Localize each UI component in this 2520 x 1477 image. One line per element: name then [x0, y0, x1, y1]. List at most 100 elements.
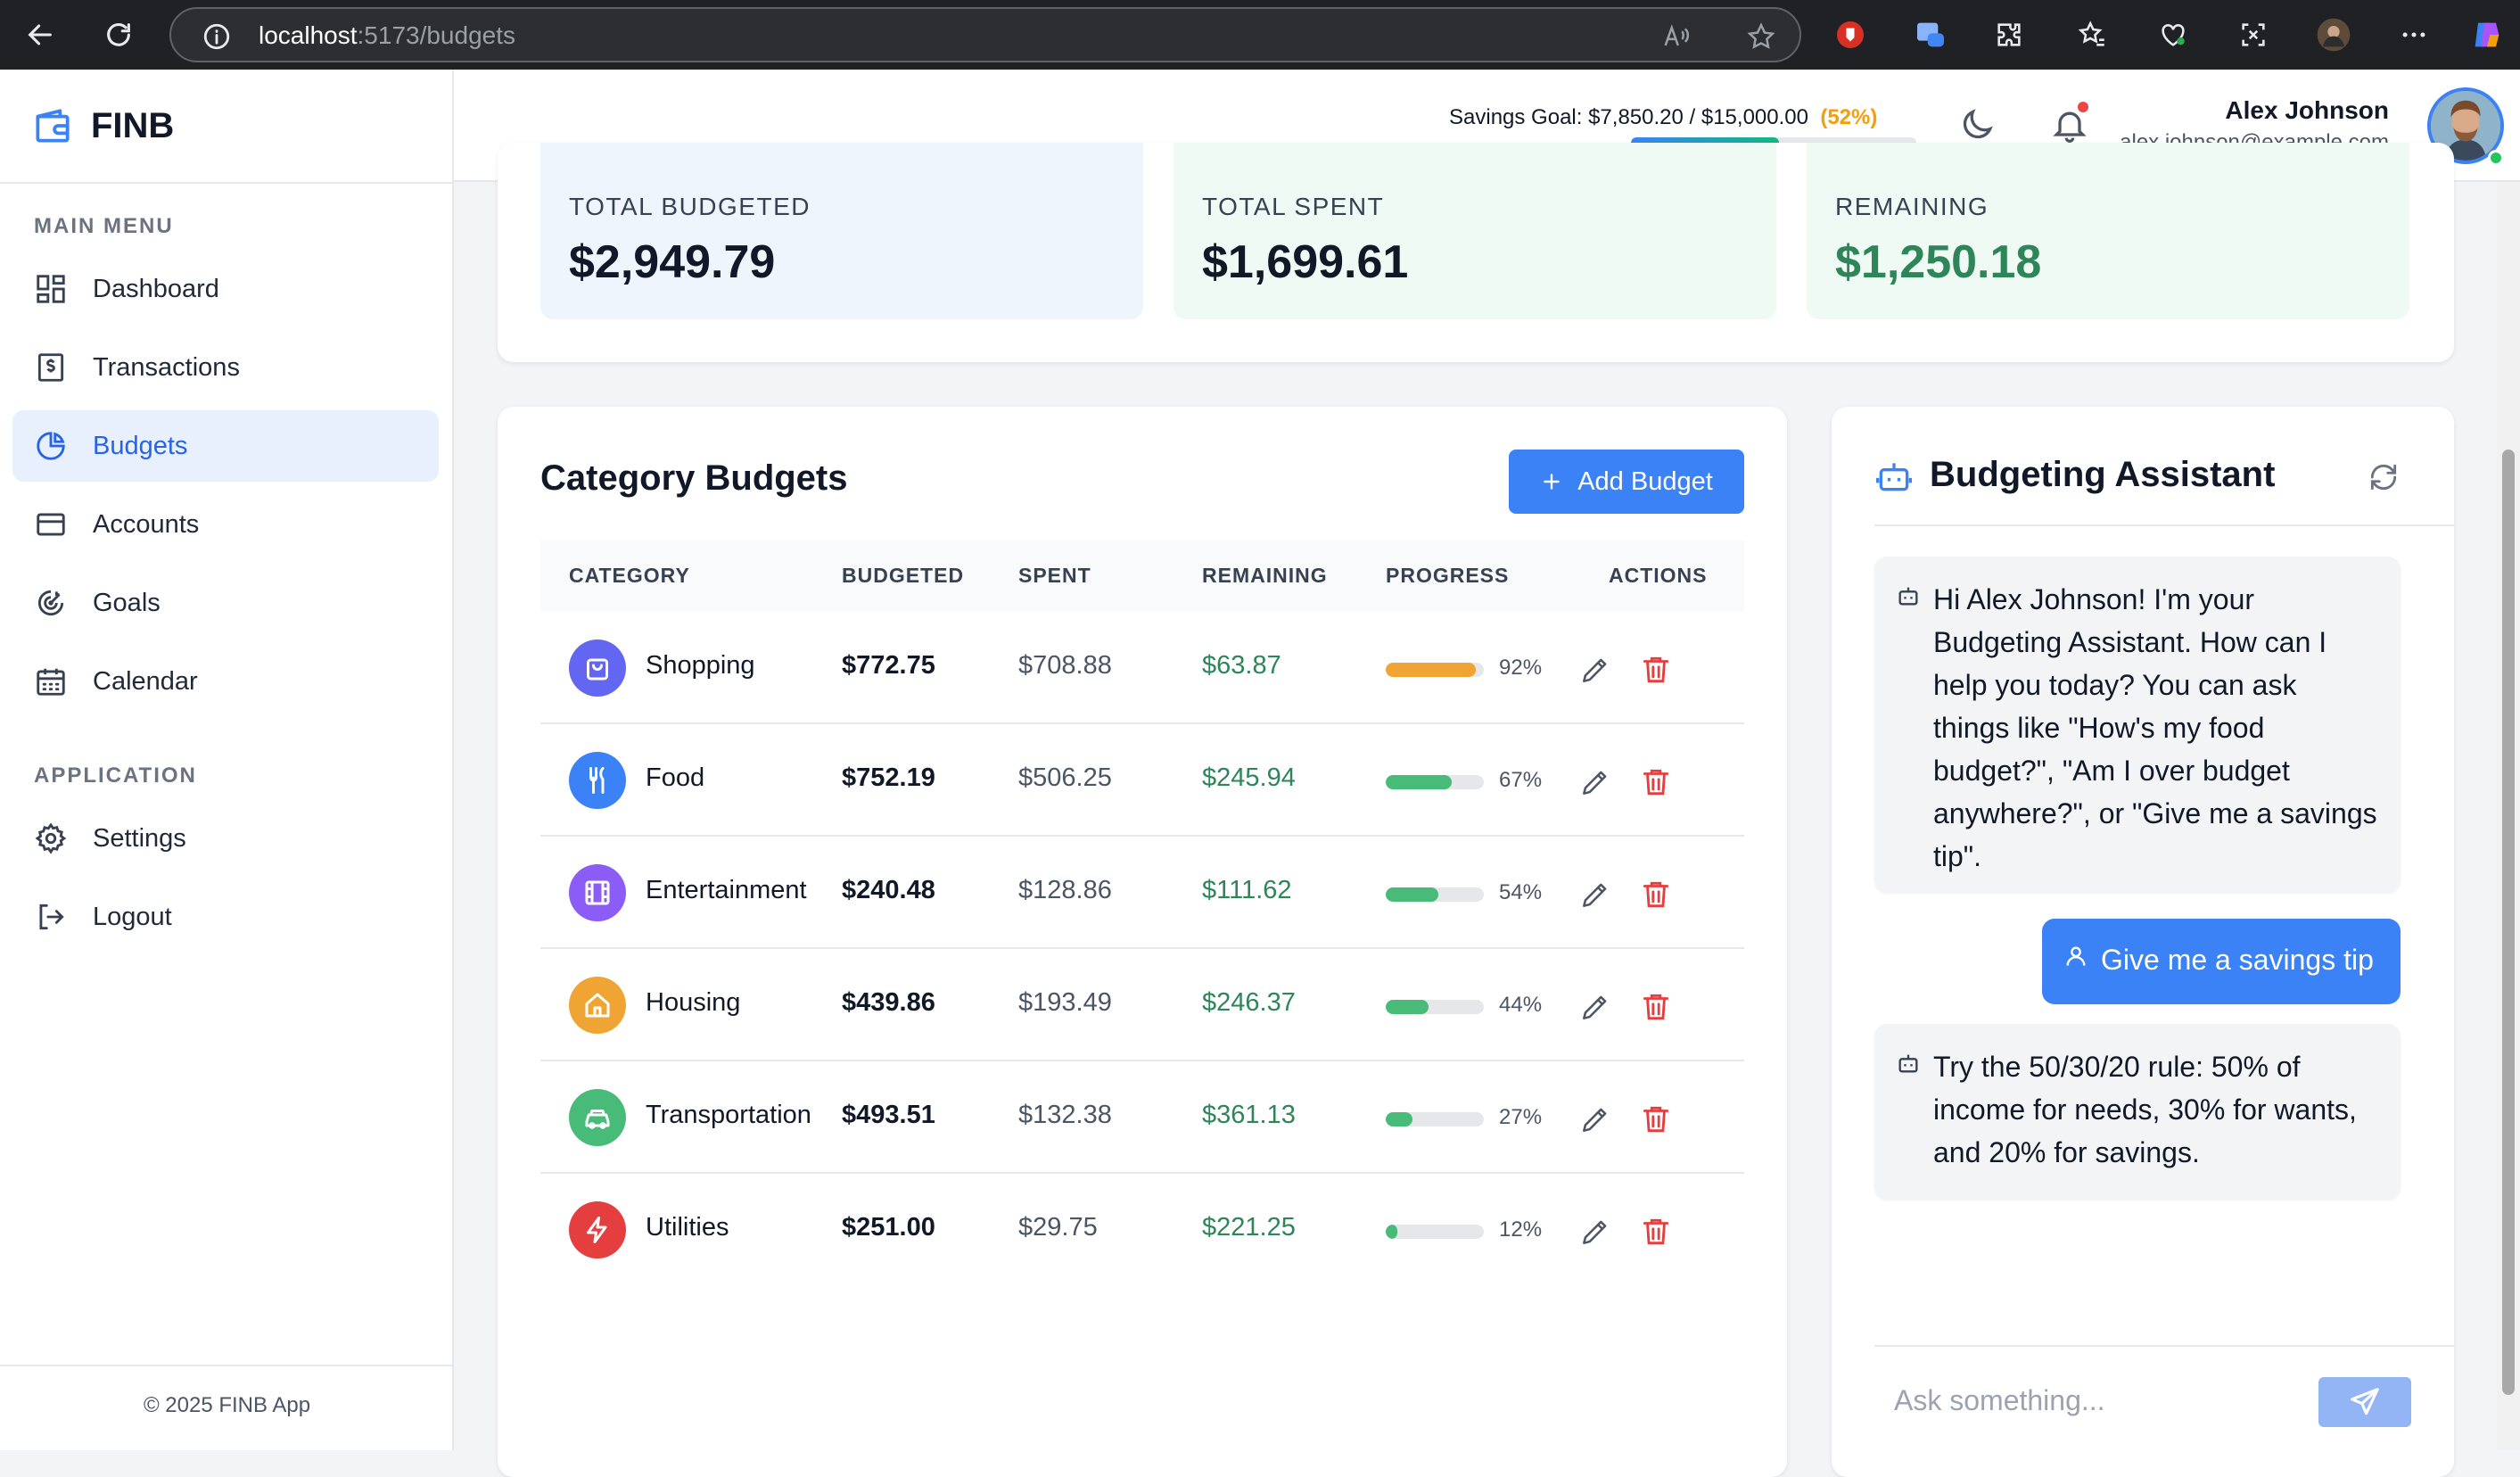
assistant-message: Hi Alex Johnson! I'm your Budgeting Assi…: [1874, 557, 2401, 892]
table-row: Utilities $251.00 $29.75 $221.25 12%: [540, 1174, 1744, 1286]
category-name: Food: [646, 763, 705, 792]
delete-trash-icon[interactable]: [1639, 1215, 1673, 1249]
remaining-amount: $221.25: [1202, 1213, 1296, 1242]
send-button[interactable]: [2318, 1377, 2411, 1427]
sidebar-item-logout[interactable]: Logout: [12, 881, 439, 953]
sidebar-item-transactions[interactable]: Transactions: [12, 332, 439, 403]
sidebar-item-label: Goals: [93, 588, 161, 617]
profile-avatar-icon[interactable]: [2313, 14, 2354, 55]
sidebar-item-accounts[interactable]: Accounts: [12, 489, 439, 560]
progress-bar-fill: [1386, 1225, 1398, 1239]
table-row: Transportation $493.51 $132.38 $361.13 27%: [540, 1061, 1744, 1174]
message-text: Give me a savings tip: [2101, 944, 2374, 976]
sidebar-item-budgets[interactable]: Budgets: [12, 410, 439, 482]
edit-pencil-icon[interactable]: [1578, 653, 1612, 687]
sidebar-item-label: Transactions: [93, 352, 240, 382]
progress-percent: 27%: [1499, 1105, 1543, 1129]
favorites-icon[interactable]: [2072, 14, 2113, 55]
back-button[interactable]: [18, 12, 62, 57]
site-info-icon[interactable]: [202, 21, 232, 52]
scrollbar-thumb[interactable]: [2502, 450, 2515, 1395]
divider: [1874, 524, 2454, 526]
extension-red-icon[interactable]: [1830, 14, 1871, 55]
progress-percent: 12%: [1499, 1217, 1543, 1242]
shopping-bag-icon: [569, 639, 626, 697]
edit-pencil-icon[interactable]: [1578, 1102, 1612, 1136]
stat-value: $1,699.61: [1202, 236, 1409, 288]
sidebar-item-label: Dashboard: [93, 274, 219, 303]
add-budget-button[interactable]: Add Budget: [1509, 450, 1744, 514]
dashboard-icon: [37, 275, 65, 303]
address-bar[interactable]: localhost:5173/budgets: [169, 7, 1801, 62]
calendar-icon: [37, 668, 65, 696]
read-aloud-icon[interactable]: [1660, 21, 1691, 52]
user-icon: [2066, 946, 2086, 966]
main-menu-label: MAIN MENU: [34, 214, 174, 238]
remaining-amount: $246.37: [1202, 988, 1296, 1017]
sidebar-item-settings[interactable]: Settings: [12, 803, 439, 874]
remaining-amount: $245.94: [1202, 763, 1296, 792]
send-icon: [2351, 1388, 2379, 1415]
divider: [1874, 1345, 2454, 1347]
favorite-star-icon[interactable]: [1746, 21, 1776, 52]
progress-bar-fill: [1386, 1000, 1429, 1014]
user-name: Alex Johnson: [2225, 96, 2389, 124]
column-header-progress: PROGRESS: [1386, 564, 1510, 587]
delete-trash-icon[interactable]: [1639, 1102, 1673, 1136]
extensions-puzzle-icon[interactable]: [1989, 14, 2030, 55]
budgeted-amount: $493.51: [842, 1101, 935, 1129]
pie-chart-icon: [37, 432, 65, 460]
refresh-icon[interactable]: [2367, 460, 2401, 494]
spent-amount: $193.49: [1018, 988, 1112, 1017]
progress-bar-fill: [1386, 663, 1477, 677]
user-message: Give me a savings tip: [2042, 919, 2401, 1004]
spent-amount: $132.38: [1018, 1101, 1112, 1129]
budgeting-assistant-card: Budgeting Assistant Hi Alex Johnson! I'm…: [1832, 407, 2454, 1477]
screenshot-icon[interactable]: [2233, 14, 2274, 55]
ask-input[interactable]: [1874, 1375, 2302, 1425]
message-text: Try the 50/30/20 rule: 50% of income for…: [1933, 1051, 2357, 1168]
progress-bar: [1386, 1112, 1484, 1126]
spent-amount: $29.75: [1018, 1213, 1098, 1242]
robot-icon: [1876, 463, 1912, 491]
progress-bar: [1386, 1000, 1484, 1014]
category-name: Shopping: [646, 651, 755, 680]
total-spent-stat: TOTAL SPENT $1,699.61: [1174, 143, 1776, 319]
spent-amount: $708.88: [1018, 651, 1112, 680]
delete-trash-icon[interactable]: [1639, 990, 1673, 1024]
robot-icon: [1898, 587, 1918, 606]
sidebar-item-dashboard[interactable]: Dashboard: [12, 253, 439, 325]
column-header-spent: SPENT: [1018, 564, 1091, 587]
more-options-icon[interactable]: [2393, 14, 2434, 55]
budgeted-amount: $752.19: [842, 763, 935, 792]
total-budgeted-stat: TOTAL BUDGETED $2,949.79: [540, 143, 1143, 319]
progress-percent: 54%: [1499, 880, 1543, 904]
online-status-dot: [2488, 150, 2504, 166]
dark-mode-toggle-icon[interactable]: [1957, 105, 1997, 144]
edit-pencil-icon[interactable]: [1578, 990, 1612, 1024]
delete-trash-icon[interactable]: [1639, 765, 1673, 799]
credit-card-icon: [37, 513, 65, 536]
sidebar-item-goals[interactable]: Goals: [12, 567, 439, 639]
edit-pencil-icon[interactable]: [1578, 878, 1612, 912]
savings-goal-text: Savings Goal: $7,850.20 / $15,000.00 (52…: [1449, 105, 1878, 129]
category-name: Transportation: [646, 1101, 811, 1129]
message-text: Hi Alex Johnson! I'm your Budgeting Assi…: [1933, 583, 2377, 872]
column-header-category: CATEGORY: [569, 564, 690, 587]
edit-pencil-icon[interactable]: [1578, 765, 1612, 799]
copyright-footer: © 2025 FINB App: [143, 1393, 311, 1417]
delete-trash-icon[interactable]: [1639, 878, 1673, 912]
sidebar-item-label: Calendar: [93, 666, 198, 696]
budgeted-amount: $439.86: [842, 988, 935, 1017]
edit-pencil-icon[interactable]: [1578, 1215, 1612, 1249]
copilot-icon[interactable]: [2466, 14, 2508, 55]
delete-trash-icon[interactable]: [1639, 653, 1673, 687]
page-scrollbar[interactable]: [2497, 182, 2520, 1450]
table-row: Food $752.19 $506.25 $245.94 67%: [540, 724, 1744, 837]
app-logo[interactable]: FINB: [30, 103, 174, 148]
browser-essentials-icon[interactable]: [2153, 14, 2194, 55]
extension-tab-icon[interactable]: [1910, 14, 1951, 55]
sidebar-item-calendar[interactable]: Calendar: [12, 646, 439, 717]
remaining-amount: $63.87: [1202, 651, 1281, 680]
reload-button[interactable]: [96, 12, 141, 57]
